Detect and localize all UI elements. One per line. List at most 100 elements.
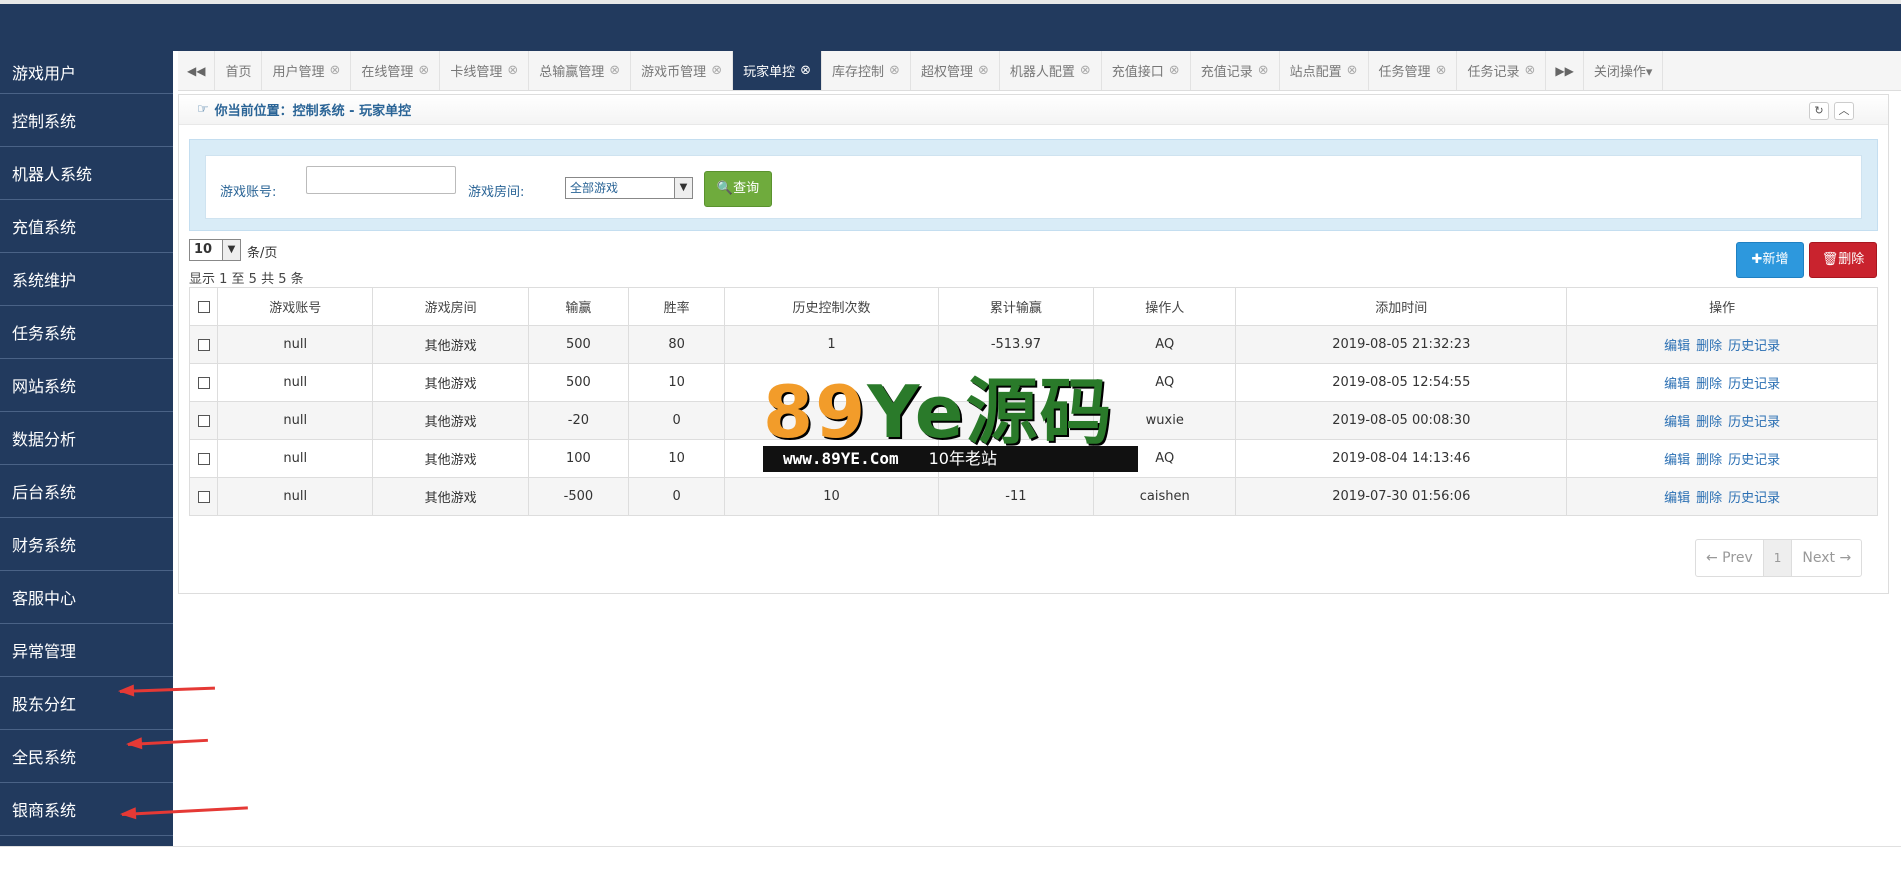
- edit-link[interactable]: 编辑: [1664, 339, 1690, 354]
- row-checkbox[interactable]: [197, 338, 210, 351]
- tab[interactable]: 用户管理 ⊗: [262, 51, 352, 90]
- edit-link[interactable]: 编辑: [1664, 491, 1690, 506]
- table-cell: 100: [527, 439, 630, 478]
- sidebar-item[interactable]: 异常管理: [0, 624, 173, 677]
- query-button[interactable]: 🔍查询: [704, 171, 772, 207]
- top-header-bar: [0, 0, 1901, 51]
- column-header: 添加时间: [1235, 287, 1568, 326]
- sidebar-item[interactable]: 客服中心: [0, 571, 173, 624]
- row-checkbox-cell[interactable]: [188, 477, 219, 516]
- tab[interactable]: 充值记录 ⊗: [1191, 51, 1280, 90]
- refresh-icon[interactable]: ↻: [1809, 102, 1829, 120]
- row-checkbox-cell[interactable]: [188, 325, 219, 364]
- row-checkbox[interactable]: [197, 376, 210, 389]
- sidebar-item[interactable]: 系统维护: [0, 253, 173, 306]
- tab[interactable]: 卡线管理 ⊗: [440, 51, 530, 90]
- tab[interactable]: 在线管理 ⊗: [351, 51, 441, 90]
- tab-label: 站点配置: [1289, 65, 1342, 80]
- tab-scroll-right-icon[interactable]: ▶▶: [1546, 51, 1584, 90]
- history-link[interactable]: 历史记录: [1728, 491, 1780, 506]
- delete-link[interactable]: 删除: [1696, 339, 1722, 354]
- table-row: null 其他游戏 500 80 1 -513.97 AQ 2019-08-05 21:32:…: [188, 325, 1878, 364]
- sidebar-item[interactable]: 控制系统: [0, 94, 173, 147]
- close-icon[interactable]: ⊗: [1080, 63, 1091, 78]
- close-icon[interactable]: ⊗: [507, 63, 518, 78]
- tab[interactable]: 总输赢管理 ⊗: [529, 51, 632, 90]
- watermark-brand: Ye源码: [867, 370, 1114, 454]
- tab-label: 库存控制: [832, 65, 885, 80]
- tab[interactable]: 机器人配置 ⊗: [1000, 51, 1102, 90]
- current-page[interactable]: 1: [1762, 540, 1792, 576]
- delete-link[interactable]: 删除: [1696, 491, 1722, 506]
- close-icon[interactable]: ⊗: [1347, 63, 1358, 78]
- tab[interactable]: 库存控制 ⊗: [822, 51, 911, 90]
- close-icon[interactable]: ⊗: [1524, 63, 1535, 78]
- select-all-checkbox[interactable]: [188, 287, 219, 326]
- delete-button[interactable]: 🗑删除: [1809, 242, 1877, 278]
- sidebar-item[interactable]: 机器人系统: [0, 147, 173, 200]
- sidebar-item[interactable]: 后台系统: [0, 465, 173, 518]
- tab-scroll-left-icon[interactable]: ◀◀: [178, 51, 216, 90]
- sidebar-item[interactable]: 股东分红: [0, 677, 173, 730]
- tab[interactable]: 超权管理 ⊗: [911, 51, 1000, 90]
- history-link[interactable]: 历史记录: [1728, 415, 1780, 430]
- close-operations-menu[interactable]: 关闭操作▾: [1584, 51, 1664, 90]
- sidebar-item[interactable]: 银商系统: [0, 783, 173, 836]
- account-input[interactable]: [306, 166, 456, 194]
- table-cell: -513.97: [937, 325, 1095, 364]
- sidebar-item[interactable]: 任务系统: [0, 306, 173, 359]
- sidebar-item[interactable]: 游戏用户: [0, 51, 173, 94]
- page-size-select[interactable]: 10 ▼: [189, 239, 241, 261]
- room-select[interactable]: 全部游戏 ▼: [565, 177, 693, 199]
- table-cell: 500: [527, 363, 630, 402]
- sidebar-item[interactable]: 财务系统: [0, 518, 173, 571]
- tab[interactable]: 任务管理 ⊗: [1369, 51, 1458, 90]
- close-icon[interactable]: ⊗: [800, 63, 811, 78]
- row-checkbox-cell[interactable]: [188, 363, 219, 402]
- tab[interactable]: 游戏币管理 ⊗: [631, 51, 734, 90]
- close-icon[interactable]: ⊗: [1258, 63, 1269, 78]
- table-cell: null: [217, 363, 374, 402]
- next-page-button[interactable]: Next →: [1791, 540, 1861, 576]
- tab[interactable]: 任务记录 ⊗: [1457, 51, 1547, 90]
- delete-link[interactable]: 删除: [1696, 453, 1722, 468]
- close-icon[interactable]: ⊗: [1436, 63, 1447, 78]
- checkbox[interactable]: [197, 300, 210, 313]
- row-checkbox-cell[interactable]: [188, 401, 219, 440]
- close-icon[interactable]: ⊗: [711, 63, 722, 78]
- collapse-icon[interactable]: ︿: [1834, 102, 1854, 120]
- row-checkbox[interactable]: [197, 414, 210, 427]
- sidebar-item[interactable]: 网站系统: [0, 359, 173, 412]
- delete-link[interactable]: 删除: [1696, 377, 1722, 392]
- table-cell: 其他游戏: [372, 439, 529, 478]
- row-actions: 编辑 删除 历史记录: [1566, 401, 1878, 440]
- history-link[interactable]: 历史记录: [1728, 339, 1780, 354]
- row-checkbox-cell[interactable]: [188, 439, 219, 478]
- close-icon[interactable]: ⊗: [418, 63, 429, 78]
- add-button[interactable]: ✚新增: [1736, 242, 1804, 278]
- history-link[interactable]: 历史记录: [1728, 377, 1780, 392]
- tab[interactable]: 站点配置 ⊗: [1280, 51, 1369, 90]
- table-header: 游戏账号 游戏房间 输赢 胜率 历史控制次数 累计输赢 操作人 添加时间 操作: [188, 287, 1878, 326]
- edit-link[interactable]: 编辑: [1664, 453, 1690, 468]
- sidebar-item[interactable]: 充值系统: [0, 200, 173, 253]
- tab[interactable]: 首页: [215, 51, 263, 90]
- tab[interactable]: 充值接口 ⊗: [1102, 51, 1191, 90]
- edit-link[interactable]: 编辑: [1664, 377, 1690, 392]
- sidebar-item[interactable]: 全民系统: [0, 730, 173, 783]
- table-cell: null: [217, 477, 374, 516]
- prev-page-button[interactable]: ← Prev: [1696, 540, 1763, 576]
- row-checkbox[interactable]: [197, 490, 210, 503]
- history-link[interactable]: 历史记录: [1728, 453, 1780, 468]
- close-icon[interactable]: ⊗: [330, 63, 341, 78]
- table-cell: 2019-08-05 00:08:30: [1235, 401, 1568, 440]
- sidebar-item[interactable]: 数据分析: [0, 412, 173, 465]
- close-icon[interactable]: ⊗: [609, 63, 620, 78]
- delete-link[interactable]: 删除: [1696, 415, 1722, 430]
- close-icon[interactable]: ⊗: [978, 63, 989, 78]
- tab[interactable]: 玩家单控 ⊗: [733, 51, 823, 90]
- close-icon[interactable]: ⊗: [1169, 63, 1180, 78]
- row-checkbox[interactable]: [197, 452, 210, 465]
- close-icon[interactable]: ⊗: [889, 63, 900, 78]
- edit-link[interactable]: 编辑: [1664, 415, 1690, 430]
